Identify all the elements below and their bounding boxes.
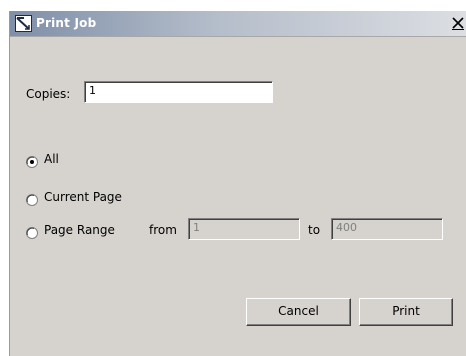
print-job-icon [15,15,32,32]
from-page-value: 1 [193,221,200,234]
close-button[interactable] [451,16,465,30]
radio-page-range-label: Page Range [44,223,115,237]
print-job-dialog: Print Job Copies: 1 All Current Page Pag… [9,11,466,356]
close-icon [451,16,465,30]
to-label: to [308,223,321,237]
title-bar[interactable]: Print Job [10,11,466,37]
dialog-title: Print Job [36,16,97,30]
from-label: from [149,223,177,237]
cancel-button[interactable]: Cancel [246,298,351,326]
radio-current-page-button[interactable] [26,191,38,206]
print-button[interactable]: Print [359,298,453,326]
to-page-input[interactable]: 400 [331,218,443,240]
radio-all-button[interactable] [26,153,38,168]
from-page-input[interactable]: 1 [188,218,300,240]
copies-label: Copies: [26,87,71,101]
copies-value: 1 [89,84,96,97]
radio-current-page-label: Current Page [44,190,122,204]
radio-all-label: All [44,152,59,166]
to-page-value: 400 [336,221,357,234]
radio-page-range-button[interactable] [26,224,38,239]
copies-input[interactable]: 1 [84,81,273,103]
